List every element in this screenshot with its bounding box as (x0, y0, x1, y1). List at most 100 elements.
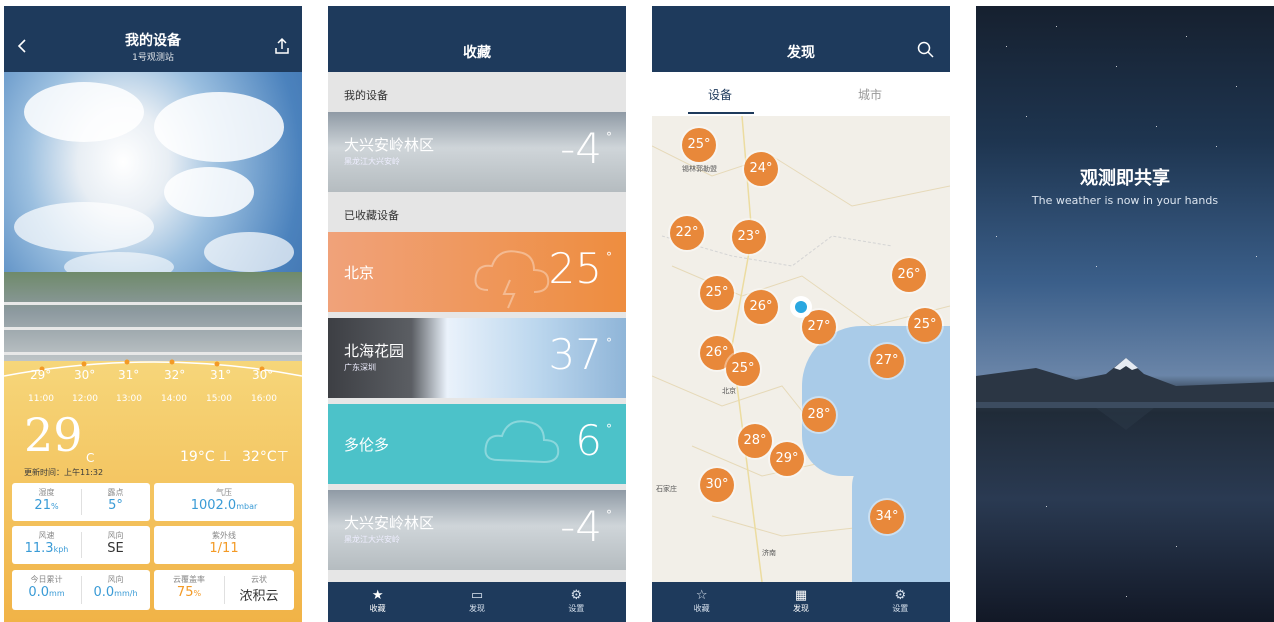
cloud-card: 云覆盖率 75% 云状 浓积云 (154, 570, 294, 610)
navbar: 我的设备 1号观测站 (4, 6, 302, 72)
tab-settings[interactable]: ⚙ 设置 (851, 582, 950, 622)
tab-devices[interactable]: 设备 (708, 86, 732, 103)
temp-pin[interactable]: 23° (732, 220, 766, 254)
uv-card: 紫外线 1/11 (154, 526, 294, 564)
low-temp: 19°C ⊥ (180, 449, 232, 465)
temp-pin[interactable]: 26° (892, 258, 926, 292)
temp-pin[interactable]: 25° (726, 352, 760, 386)
wind-dir-value: SE (107, 541, 124, 556)
tab-bar: ★ 收藏 ▭ 发现 ⚙ 设置 (328, 582, 626, 622)
temp-pin[interactable]: 24° (744, 152, 778, 186)
humidity-dew-card: 湿度 21% 露点 5° (12, 483, 150, 521)
page-title: 我的设备 (125, 33, 181, 49)
favorite-item[interactable]: 北京 25 ° (328, 232, 626, 312)
degree-symbol: ° (606, 130, 612, 144)
temp-pin[interactable]: 29° (770, 442, 804, 476)
pressure-value: 1002.0mbar (190, 498, 258, 513)
rain-cloud-icon (484, 420, 560, 464)
hour-temp: 30° (252, 368, 274, 382)
degree-symbol: ° (606, 422, 612, 436)
thunderstorm-icon (474, 250, 550, 309)
discover-screen: 发现 设备 城市 25° 24° 22° 23° 25° 26° 26° 27°… (652, 6, 950, 622)
rain-today-value: 0.0mm (28, 585, 65, 600)
wind-card: 风速 11.3kph 风向 SE (12, 526, 150, 564)
favorite-name: 多伦多 (344, 436, 390, 454)
current-temp-unit: C (86, 451, 95, 465)
favorite-name: 大兴安岭林区 (344, 514, 435, 532)
favorite-item[interactable]: 多伦多 6 ° (328, 404, 626, 484)
tab-cities[interactable]: 城市 (858, 86, 882, 103)
tab-bar: ☆ 收藏 ▦ 发现 ⚙ 设置 (652, 582, 950, 622)
rain-rate-value: 0.0mm/h (93, 585, 138, 600)
current-temp: 29 (24, 408, 83, 462)
cloud-cover-value: 75% (176, 585, 202, 600)
slogan-subtitle: The weather is now in your hands (1031, 194, 1219, 207)
favorite-name: 北京 (344, 264, 375, 282)
temp-pin[interactable]: 34° (870, 500, 904, 534)
favorite-temp: -4 (560, 502, 602, 551)
active-tab-indicator (688, 112, 754, 114)
my-device-screen: 我的设备 1号观测站 29° 30° 31° 32° 31° 30° 11:00… (4, 6, 302, 622)
degree-symbol: ° (606, 336, 612, 350)
favorite-place: 广东深圳 (344, 363, 376, 372)
humidity-value: 21% (34, 498, 59, 513)
low-icon: ⊥ (219, 449, 232, 465)
cloud-cover-label: 云覆盖率 (173, 575, 205, 584)
dew-label: 露点 (107, 488, 124, 497)
city-label: 济南 (762, 549, 776, 557)
hour-temp: 30° (74, 368, 96, 382)
favorite-item[interactable]: 大兴安岭林区 黑龙江大兴安岭 -4 ° (328, 112, 626, 192)
favorite-item[interactable]: 大兴安岭林区 黑龙江大兴安岭 -4 ° (328, 490, 626, 570)
temp-pin[interactable]: 22° (670, 216, 704, 250)
degree-symbol: ° (606, 508, 612, 522)
hour-time: 14:00 (161, 394, 187, 404)
hour-time: 16:00 (251, 394, 277, 404)
star-icon: ☆ (695, 588, 708, 603)
temp-pin[interactable]: 26° (744, 290, 778, 324)
temp-pin[interactable]: 30° (700, 468, 734, 502)
share-icon[interactable] (272, 36, 292, 56)
gear-icon: ⚙ (570, 588, 583, 603)
page-title: 发现 (787, 45, 815, 61)
uv-value: 1/11 (209, 541, 239, 556)
temp-pin[interactable]: 27° (870, 344, 904, 378)
favorite-place: 黑龙江大兴安岭 (344, 535, 400, 544)
hour-temp: 31° (210, 368, 232, 382)
navbar: 发现 (652, 6, 950, 72)
temp-pin[interactable]: 25° (682, 128, 716, 162)
tab-discover[interactable]: ▦ 发现 (751, 582, 850, 622)
tab-settings[interactable]: ⚙ 设置 (527, 582, 626, 622)
city-label: 北京 (722, 387, 736, 395)
temp-pin[interactable]: 25° (700, 276, 734, 310)
temp-pin[interactable]: 28° (802, 398, 836, 432)
search-icon[interactable] (916, 40, 936, 60)
tab-favorites[interactable]: ☆ 收藏 (652, 582, 751, 622)
wind-dir-label: 风向 (107, 531, 124, 540)
favorites-screen: 收藏 我的设备 大兴安岭林区 黑龙江大兴安岭 -4 ° 已收藏设备 北京 25 … (328, 6, 626, 622)
cloud-type-value: 浓积云 (239, 589, 279, 604)
page-title: 收藏 (463, 45, 491, 61)
favorite-name: 北海花园 (344, 342, 405, 360)
section-favorited: 已收藏设备 (328, 192, 626, 232)
hour-temp: 29° (30, 368, 52, 382)
tab-favorites[interactable]: ★ 收藏 (328, 582, 427, 622)
favorite-item[interactable]: 北海花园 广东深圳 37 ° (328, 318, 626, 398)
city-label: 锡林郭勒盟 (682, 165, 717, 173)
high-temp: 32°C⊤ (242, 449, 289, 465)
temp-pin[interactable]: 25° (908, 308, 942, 342)
segment-control: 设备 城市 (652, 72, 950, 116)
hour-time: 11:00 (28, 394, 54, 404)
humidity-label: 湿度 (38, 488, 55, 497)
hour-time: 13:00 (116, 394, 142, 404)
hour-time: 12:00 (72, 394, 98, 404)
splash-screen: 观测即共享 The weather is now in your hands (976, 6, 1274, 622)
high-icon: ⊤ (276, 449, 289, 465)
map-icon: ▦ (794, 588, 808, 603)
temp-pin[interactable]: 28° (738, 424, 772, 458)
tab-discover[interactable]: ▭ 发现 (427, 582, 526, 622)
map-view[interactable]: 25° 24° 22° 23° 25° 26° 26° 27° 25° 26° … (652, 116, 950, 582)
favorite-place: 黑龙江大兴安岭 (344, 157, 400, 166)
updated-time: 更新时间：上午11:32 (24, 468, 104, 477)
mountain-landscape (976, 358, 1274, 430)
favorite-temp: 37 (548, 330, 602, 379)
